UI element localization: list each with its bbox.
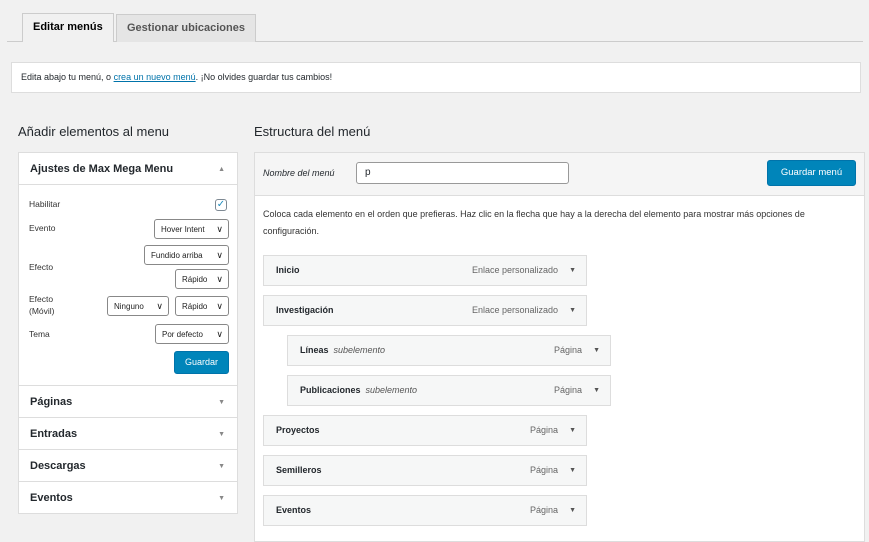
menu-item[interactable]: Proyectos Página ▼ — [263, 415, 587, 446]
efecto-movil-label-2: (Móvil) — [29, 306, 55, 316]
triangle-down-icon[interactable]: ▼ — [593, 376, 600, 405]
menu-structure-heading: Estructura del menú — [254, 124, 371, 139]
menu-item[interactable]: Publicaciones subelemento Página ▼ — [287, 375, 611, 406]
menu-item-title: Semilleros — [276, 465, 322, 475]
menu-item-type: Página — [553, 385, 582, 395]
triangle-down-icon[interactable]: ▼ — [569, 456, 576, 485]
triangle-down-icon: ▼ — [218, 495, 225, 502]
menu-item[interactable]: Inicio Enlace personalizado ▼ — [263, 255, 587, 286]
notice-text-before: Edita abajo tu menú, o — [21, 72, 114, 82]
menu-item[interactable]: Semilleros Página ▼ — [263, 455, 587, 486]
checkmark-icon: ✓ — [216, 199, 226, 210]
efecto-value: Fundido arriba — [151, 251, 203, 260]
instructions-text: Coloca cada elemento en el orden que pre… — [263, 209, 805, 236]
chevron-down-icon: ∨ — [216, 329, 223, 339]
efecto-movil-value: Ninguno — [114, 302, 144, 311]
menu-item-sub: subelemento — [333, 345, 386, 355]
menu-item-title: Proyectos — [276, 425, 320, 435]
triangle-down-icon[interactable]: ▼ — [569, 296, 576, 325]
create-menu-link[interactable]: crea un nuevo menú — [114, 72, 196, 82]
tab-gestionar-ubicaciones[interactable]: Gestionar ubicaciones — [116, 14, 256, 42]
menu-item-title: Líneas — [300, 345, 329, 355]
max-mega-menu-header[interactable]: Ajustes de Max Mega Menu ▲ — [18, 152, 238, 185]
add-items-heading: Añadir elementos al menu — [18, 124, 170, 139]
menu-structure-panel: Nombre del menú p Guardar menú Coloca ca… — [254, 152, 865, 542]
section-eventos[interactable]: Eventos ▼ — [18, 481, 238, 514]
menu-item[interactable]: Investigación Enlace personalizado ▼ — [263, 295, 587, 326]
triangle-up-icon: ▲ — [218, 166, 225, 173]
tema-value: Por defecto — [162, 330, 203, 339]
menu-item-title: Investigación — [276, 305, 334, 315]
menu-name-label: Nombre del menú — [263, 168, 335, 178]
menu-item-sub: subelemento — [365, 385, 418, 395]
triangle-down-icon[interactable]: ▼ — [569, 496, 576, 525]
efecto-movil-speed-select[interactable]: Rápido ∨ — [175, 296, 229, 316]
max-mega-menu-settings: Habilitar ✓ Evento Hover Intent ∨ Fundid… — [18, 185, 238, 386]
triangle-down-icon: ▼ — [218, 431, 225, 438]
menu-item-type: Enlace personalizado — [471, 305, 558, 315]
notice-text-after: . ¡No olvides guardar tus cambios! — [195, 72, 333, 82]
chevron-down-icon: ∨ — [216, 301, 223, 311]
efecto-label: Efecto — [29, 262, 54, 272]
menu-item-type: Página — [553, 345, 582, 355]
efecto-speed-select[interactable]: Rápido ∨ — [175, 269, 229, 289]
menu-item-title: Publicaciones — [300, 385, 361, 395]
evento-select[interactable]: Hover Intent ∨ — [154, 219, 229, 239]
efecto-movil-select[interactable]: Ninguno ∨ — [107, 296, 169, 316]
save-menu-button[interactable]: Guardar menú — [767, 160, 856, 186]
chevron-down-icon: ∨ — [156, 301, 163, 311]
menu-item-type: Página — [529, 505, 558, 515]
menu-item[interactable]: Eventos Página ▼ — [263, 495, 587, 526]
menu-header: Nombre del menú p Guardar menú — [255, 153, 864, 196]
section-paginas[interactable]: Páginas ▼ — [18, 385, 238, 418]
section-descargas[interactable]: Descargas ▼ — [18, 449, 238, 482]
menu-item-title: Inicio — [276, 265, 300, 275]
habilitar-label: Habilitar — [29, 199, 61, 209]
triangle-down-icon[interactable]: ▼ — [569, 256, 576, 285]
evento-value: Hover Intent — [161, 225, 205, 234]
efecto-speed-value: Rápido — [182, 275, 208, 284]
chevron-down-icon: ∨ — [216, 250, 223, 260]
menu-name-input[interactable]: p — [356, 162, 569, 184]
notice-bar: Edita abajo tu menú, o crea un nuevo men… — [11, 62, 861, 93]
evento-label: Evento — [29, 223, 56, 233]
add-items-panel: Ajustes de Max Mega Menu ▲ Habilitar ✓ E… — [18, 152, 238, 514]
menu-item-type: Página — [529, 465, 558, 475]
section-entradas[interactable]: Entradas ▼ — [18, 417, 238, 450]
tab-editar-menus[interactable]: Editar menús — [22, 13, 114, 42]
max-mega-menu-title: Ajustes de Max Mega Menu — [30, 163, 174, 175]
efecto-movil-label-1: Efecto — [29, 294, 54, 304]
chevron-down-icon: ∨ — [216, 274, 223, 284]
menu-item-type: Enlace personalizado — [471, 265, 558, 275]
menu-item[interactable]: Líneas subelemento Página ▼ — [287, 335, 611, 366]
section-eventos-label: Eventos — [30, 492, 73, 504]
chevron-down-icon: ∨ — [216, 224, 223, 234]
tema-label: Tema — [29, 329, 50, 339]
section-descargas-label: Descargas — [30, 460, 86, 472]
menu-item-type: Página — [529, 425, 558, 435]
efecto-movil-speed-value: Rápido — [182, 302, 208, 311]
efecto-select[interactable]: Fundido arriba ∨ — [144, 245, 229, 265]
habilitar-checkbox[interactable]: ✓ — [215, 199, 227, 211]
triangle-down-icon: ▼ — [218, 399, 225, 406]
menu-item-title: Eventos — [276, 505, 312, 515]
triangle-down-icon: ▼ — [218, 463, 225, 470]
guardar-button[interactable]: Guardar — [174, 351, 229, 374]
section-entradas-label: Entradas — [30, 428, 78, 440]
triangle-down-icon[interactable]: ▼ — [593, 336, 600, 365]
section-paginas-label: Páginas — [30, 396, 73, 408]
triangle-down-icon[interactable]: ▼ — [569, 416, 576, 445]
tema-select[interactable]: Por defecto ∨ — [155, 324, 229, 344]
